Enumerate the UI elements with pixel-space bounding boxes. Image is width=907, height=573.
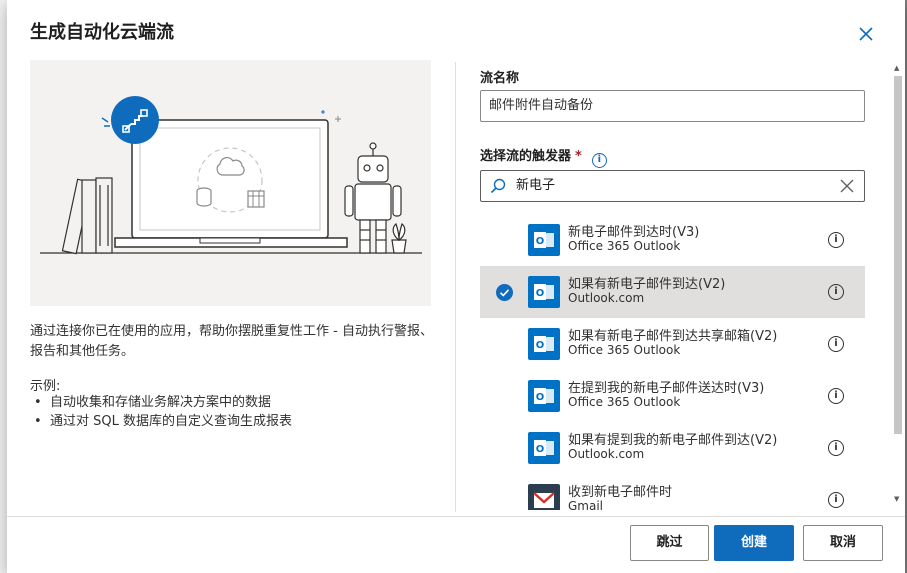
trigger-title: 如果有新电子邮件到达共享邮箱(V2) (568, 329, 778, 344)
trigger-option[interactable]: O 如果有提到我的新电子邮件到达(V2) Outlook.com i (480, 422, 865, 474)
outlook-icon: O (528, 224, 560, 256)
flow-illustration (30, 60, 431, 306)
svg-text:O: O (536, 444, 545, 455)
trigger-title: 如果有新电子邮件到达(V2) (568, 277, 726, 292)
info-icon[interactable]: i (828, 492, 844, 508)
example-item: 自动收集和存储业务解决方案中的数据 (30, 393, 292, 412)
vertical-divider (455, 62, 456, 512)
examples-list: 自动收集和存储业务解决方案中的数据 通过对 SQL 数据库的自定义查询生成报表 (30, 393, 292, 431)
trigger-title: 在提到我的新电子邮件送达时(V3) (568, 381, 765, 396)
search-icon (490, 178, 506, 194)
trigger-option[interactable]: O 新电子邮件到达时(V3) Office 365 Outlook i (480, 214, 865, 266)
svg-text:O: O (536, 392, 545, 403)
outlook-icon: O (528, 276, 560, 308)
checkmark-icon (496, 284, 513, 301)
trigger-option[interactable]: O 在提到我的新电子邮件送达时(V3) Office 365 Outlook i (480, 370, 865, 422)
create-flow-dialog: 生成自动化云端流 通过连接你已在使用的应用，帮助你摆脱重复性工作 - 自动执行警… (7, 0, 905, 573)
flow-name-input[interactable]: 邮件附件自动备份 (480, 90, 865, 122)
info-icon[interactable]: i (828, 440, 844, 456)
clear-search-icon[interactable] (838, 177, 856, 195)
scrollbar-thumb[interactable] (894, 76, 902, 434)
trigger-connector: Gmail (568, 499, 604, 510)
gmail-icon (528, 484, 560, 510)
trigger-connector: Outlook.com (568, 447, 645, 461)
examples-title: 示例: (30, 379, 61, 394)
trigger-connector: Outlook.com (568, 291, 645, 305)
search-value: 新电子 (516, 178, 556, 193)
trigger-title: 收到新电子邮件时 (568, 485, 673, 500)
info-icon[interactable]: i (828, 336, 844, 352)
outlook-icon: O (528, 432, 560, 464)
trigger-label-row: 选择流的触发器 * i (480, 145, 607, 168)
cancel-button[interactable]: 取消 (803, 525, 883, 561)
dialog-title: 生成自动化云端流 (30, 22, 174, 43)
close-icon[interactable] (856, 24, 876, 44)
dialog-description: 通过连接你已在使用的应用，帮助你摆脱重复性工作 - 自动执行警报、报告和其他任务… (30, 324, 433, 359)
info-icon[interactable]: i (828, 388, 844, 404)
trigger-option[interactable]: O 如果有新电子邮件到达共享邮箱(V2) Office 365 Outlook … (480, 318, 865, 370)
svg-text:O: O (536, 288, 545, 299)
svg-text:O: O (536, 340, 545, 351)
required-marker: * (575, 149, 582, 164)
scroll-up-arrow[interactable]: ▲ (894, 64, 899, 72)
outlook-icon: O (528, 380, 560, 412)
trigger-option-selected[interactable]: O 如果有新电子邮件到达(V2) Outlook.com i (480, 266, 865, 318)
trigger-search-input[interactable]: 新电子 (480, 170, 865, 202)
trigger-info-icon[interactable]: i (591, 153, 607, 168)
footer-divider (7, 516, 905, 517)
scroll-down-arrow[interactable]: ▼ (894, 495, 899, 503)
trigger-title: 新电子邮件到达时(V3) (568, 225, 700, 240)
info-icon[interactable]: i (828, 284, 844, 300)
trigger-connector: Office 365 Outlook (568, 395, 681, 409)
trigger-label: 选择流的触发器 (480, 149, 572, 164)
trigger-option[interactable]: 收到新电子邮件时 Gmail i (480, 474, 865, 510)
trigger-connector: Office 365 Outlook (568, 239, 681, 253)
svg-text:O: O (536, 236, 545, 247)
example-item: 通过对 SQL 数据库的自定义查询生成报表 (30, 412, 292, 431)
skip-button[interactable]: 跳过 (630, 525, 709, 561)
info-icon[interactable]: i (828, 232, 844, 248)
trigger-connector: Office 365 Outlook (568, 343, 681, 357)
trigger-title: 如果有提到我的新电子邮件到达(V2) (568, 433, 778, 448)
flow-name-label: 流名称 (480, 71, 520, 86)
create-button[interactable]: 创建 (714, 525, 794, 561)
outlook-icon: O (528, 328, 560, 360)
trigger-list: O 新电子邮件到达时(V3) Office 365 Outlook i O 如果… (480, 214, 865, 510)
